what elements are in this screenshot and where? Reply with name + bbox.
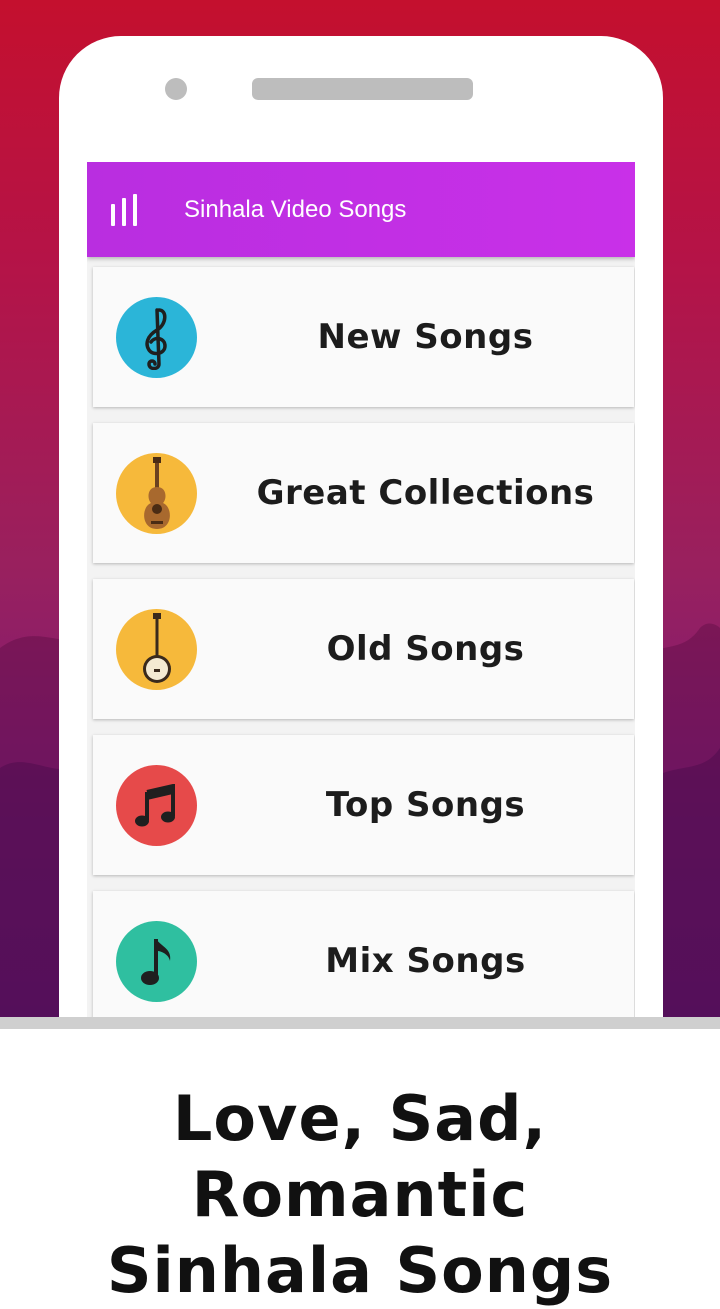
app-title: Sinhala Video Songs xyxy=(184,196,407,223)
music-notes-icon xyxy=(116,765,197,846)
caption-divider xyxy=(0,1017,720,1029)
treble-clef-icon xyxy=(116,297,197,378)
category-card-great-collections[interactable]: Great Collections xyxy=(93,423,634,563)
guitar-icon xyxy=(116,453,197,534)
app-bar: Sinhala Video Songs xyxy=(87,162,635,257)
category-label: Mix Songs xyxy=(325,941,526,981)
equalizer-menu-icon[interactable] xyxy=(111,194,141,226)
category-card-new-songs[interactable]: New Songs xyxy=(93,267,634,407)
category-label: Old Songs xyxy=(326,629,525,669)
promo-line-2: Sinhala Songs xyxy=(106,1234,614,1307)
category-label: Top Songs xyxy=(325,785,526,825)
category-card-top-songs[interactable]: Top Songs xyxy=(93,735,634,875)
banjo-icon xyxy=(116,609,197,690)
promo-line-1: Love, Sad, Romantic xyxy=(172,1082,548,1231)
phone-speaker xyxy=(252,78,473,100)
category-label: Great Collections xyxy=(256,473,595,513)
promo-caption: Love, Sad, Romantic Sinhala Songs xyxy=(0,1029,720,1307)
phone-camera xyxy=(165,78,187,100)
app-screen: Sinhala Video Songs New Songs Great Coll… xyxy=(87,162,635,1028)
category-card-mix-songs[interactable]: Mix Songs xyxy=(93,891,634,1028)
category-label: New Songs xyxy=(317,317,534,357)
category-card-old-songs[interactable]: Old Songs xyxy=(93,579,634,719)
music-note-icon xyxy=(116,921,197,1002)
